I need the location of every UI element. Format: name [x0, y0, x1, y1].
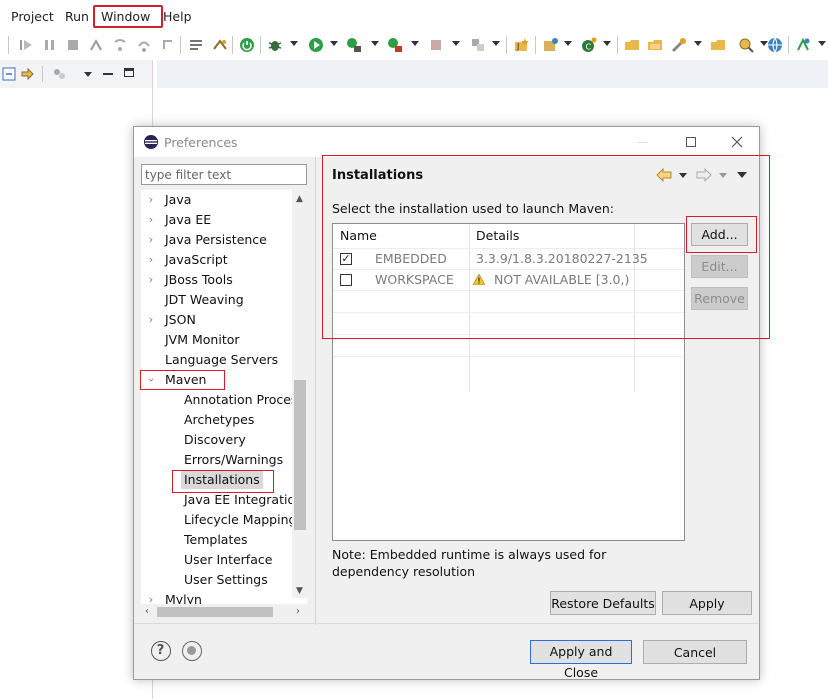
- tree-vertical-scrollbar[interactable]: ▲ ▼: [292, 190, 308, 598]
- focus-task-icon[interactable]: [52, 67, 66, 81]
- window-menu-highlight: [93, 5, 163, 28]
- package-explorer-header: [0, 60, 153, 89]
- java-ee-icon[interactable]: [795, 37, 811, 53]
- cancel-button[interactable]: Cancel: [643, 640, 747, 664]
- build-icon[interactable]: [212, 37, 228, 53]
- editor-area: [157, 60, 828, 88]
- dialog-titlebar[interactable]: Preferences: [134, 127, 759, 157]
- tools-icon[interactable]: [671, 37, 687, 53]
- filter-input[interactable]: [141, 164, 307, 185]
- dialog-title: Preferences: [164, 135, 238, 150]
- stop-server-icon[interactable]: [428, 37, 444, 53]
- svg-text:C: C: [586, 43, 592, 52]
- terminate-icon[interactable]: [65, 37, 81, 53]
- run-icon[interactable]: [308, 37, 324, 53]
- link-with-editor-icon[interactable]: [20, 66, 36, 82]
- pane-splitter[interactable]: [315, 157, 316, 625]
- debug-icon[interactable]: [267, 37, 283, 53]
- chevron-right-icon[interactable]: ›: [145, 270, 157, 290]
- svg-text:J: J: [516, 42, 519, 51]
- skip-breakpoints-icon[interactable]: [18, 37, 34, 53]
- import-export-icon[interactable]: [182, 641, 202, 661]
- scroll-left-icon[interactable]: ‹: [145, 606, 149, 617]
- step-over-icon[interactable]: [136, 37, 152, 53]
- search-icon[interactable]: [738, 37, 754, 53]
- open-task-icon[interactable]: [710, 37, 726, 53]
- close-icon: [731, 136, 743, 148]
- step-into-icon[interactable]: [112, 37, 128, 53]
- step-return-icon[interactable]: [160, 37, 176, 53]
- scroll-right-icon[interactable]: ›: [296, 606, 300, 617]
- open-type-icon[interactable]: [624, 37, 640, 53]
- apply-and-close-button[interactable]: Apply and Close: [530, 640, 632, 680]
- coverage-icon[interactable]: [346, 37, 362, 53]
- dialog-maximize-button[interactable]: [682, 133, 700, 151]
- disconnect-icon[interactable]: [88, 37, 104, 53]
- tree-horizontal-scrollbar[interactable]: ‹ ›: [141, 604, 307, 620]
- scrollbar-thumb[interactable]: [294, 380, 306, 530]
- installations-item-highlight: [172, 470, 274, 493]
- chevron-right-icon[interactable]: ›: [145, 310, 157, 330]
- chevron-right-icon[interactable]: ›: [145, 230, 157, 250]
- hscroll-thumb[interactable]: [157, 607, 273, 617]
- package-explorer-body: [0, 88, 153, 699]
- new-package-icon[interactable]: [542, 37, 558, 53]
- maven-item-highlight: [140, 370, 225, 390]
- main-toolbar: J C: [0, 32, 828, 58]
- new-class-icon[interactable]: C: [581, 37, 597, 53]
- open-folder-icon[interactable]: [647, 37, 663, 53]
- resume-icon[interactable]: [42, 37, 58, 53]
- chevron-right-icon[interactable]: ›: [145, 190, 157, 210]
- collapse-all-icon[interactable]: [2, 67, 16, 81]
- power-icon[interactable]: [239, 37, 255, 53]
- eclipse-logo-icon: [144, 135, 158, 149]
- menu-help[interactable]: Help: [163, 9, 192, 24]
- restore-defaults-button[interactable]: Restore Defaults: [550, 591, 656, 615]
- scroll-up-icon[interactable]: ▲: [296, 194, 303, 204]
- chevron-right-icon[interactable]: ›: [145, 210, 157, 230]
- dialog-close-button[interactable]: [728, 133, 746, 151]
- dialog-minimize-button[interactable]: [634, 133, 652, 151]
- scroll-down-icon[interactable]: ▼: [296, 586, 303, 596]
- use-step-filters-icon[interactable]: [188, 37, 204, 53]
- apply-button[interactable]: Apply: [662, 591, 752, 615]
- view-menu-icon[interactable]: [84, 72, 92, 77]
- publish-icon[interactable]: [470, 37, 486, 53]
- help-icon[interactable]: ?: [151, 641, 171, 661]
- external-tools-icon[interactable]: [387, 37, 403, 53]
- menu-run[interactable]: Run: [65, 9, 89, 24]
- globe-icon[interactable]: [767, 37, 783, 53]
- preferences-tree: › Java › Java EE › Java Persistence › JavaSc…: [141, 190, 307, 620]
- maximize-icon[interactable]: [124, 68, 134, 77]
- embedded-runtime-note: Note: Embedded runtime is always used fo…: [332, 547, 607, 579]
- add-button-highlight: [686, 216, 757, 253]
- menu-project[interactable]: Project: [11, 9, 54, 24]
- new-java-project-icon[interactable]: J: [513, 37, 529, 53]
- minimize-icon[interactable]: [103, 73, 113, 75]
- chevron-right-icon[interactable]: ›: [145, 250, 157, 270]
